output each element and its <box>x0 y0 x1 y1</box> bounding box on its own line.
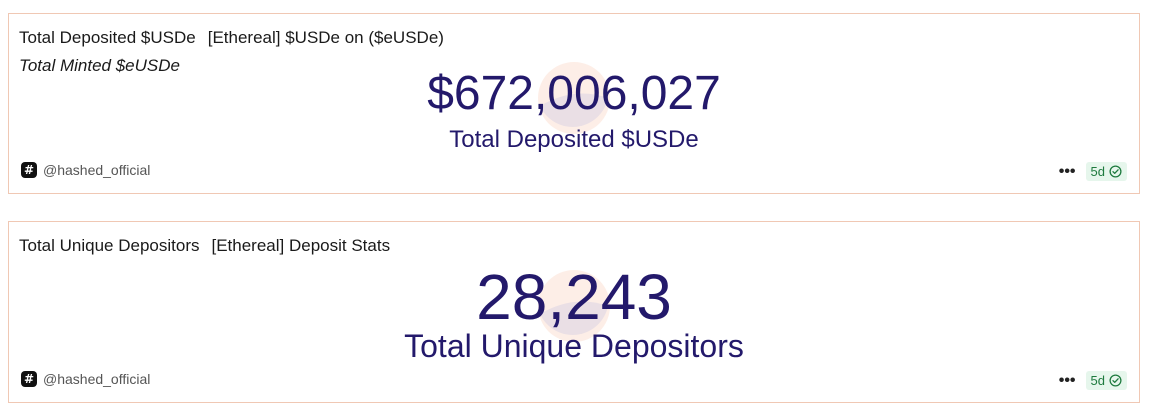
counter-card-total-deposited: Total Deposited $USDe [Ethereal] $USDe on… <box>8 13 1140 194</box>
card-title-row: Total Unique Depositors [Ethereal] Deposi… <box>19 236 390 256</box>
card-footer-actions: ••• 5d <box>1059 371 1127 390</box>
freshness-badge[interactable]: 5d <box>1085 371 1127 390</box>
counter-value: 28,243 <box>476 261 672 333</box>
card-query-name[interactable]: [Ethereal] $USDe on ($eUSDe) <box>208 28 444 47</box>
more-dots-icon[interactable]: ••• <box>1059 372 1076 389</box>
counter-card-unique-depositors: Total Unique Depositors [Ethereal] Deposi… <box>8 221 1140 403</box>
freshness-badge[interactable]: 5d <box>1085 162 1127 181</box>
author-name[interactable]: @hashed_official <box>43 371 150 387</box>
card-title[interactable]: Total Unique Depositors <box>19 236 199 255</box>
check-circle-icon <box>1109 374 1122 387</box>
card-query-name[interactable]: [Ethereal] Deposit Stats <box>211 236 390 255</box>
hashtag-icon: # <box>21 371 37 387</box>
counter-label: Total Unique Depositors <box>404 328 744 364</box>
card-title-row: Total Deposited $USDe [Ethereal] $USDe on… <box>19 28 444 48</box>
card-title[interactable]: Total Deposited $USDe <box>19 28 196 47</box>
author-link[interactable]: # @hashed_official <box>21 371 150 387</box>
author-name[interactable]: @hashed_official <box>43 162 150 178</box>
counter-label: Total Deposited $USDe <box>449 126 699 153</box>
check-circle-icon <box>1109 165 1122 178</box>
counter-value: $672,006,027 <box>427 67 721 120</box>
freshness-age: 5d <box>1090 164 1105 179</box>
freshness-age: 5d <box>1090 373 1105 388</box>
author-link[interactable]: # @hashed_official <box>21 162 150 178</box>
more-dots-icon[interactable]: ••• <box>1059 163 1076 180</box>
card-footer-actions: ••• 5d <box>1059 162 1127 181</box>
hashtag-icon: # <box>21 162 37 178</box>
